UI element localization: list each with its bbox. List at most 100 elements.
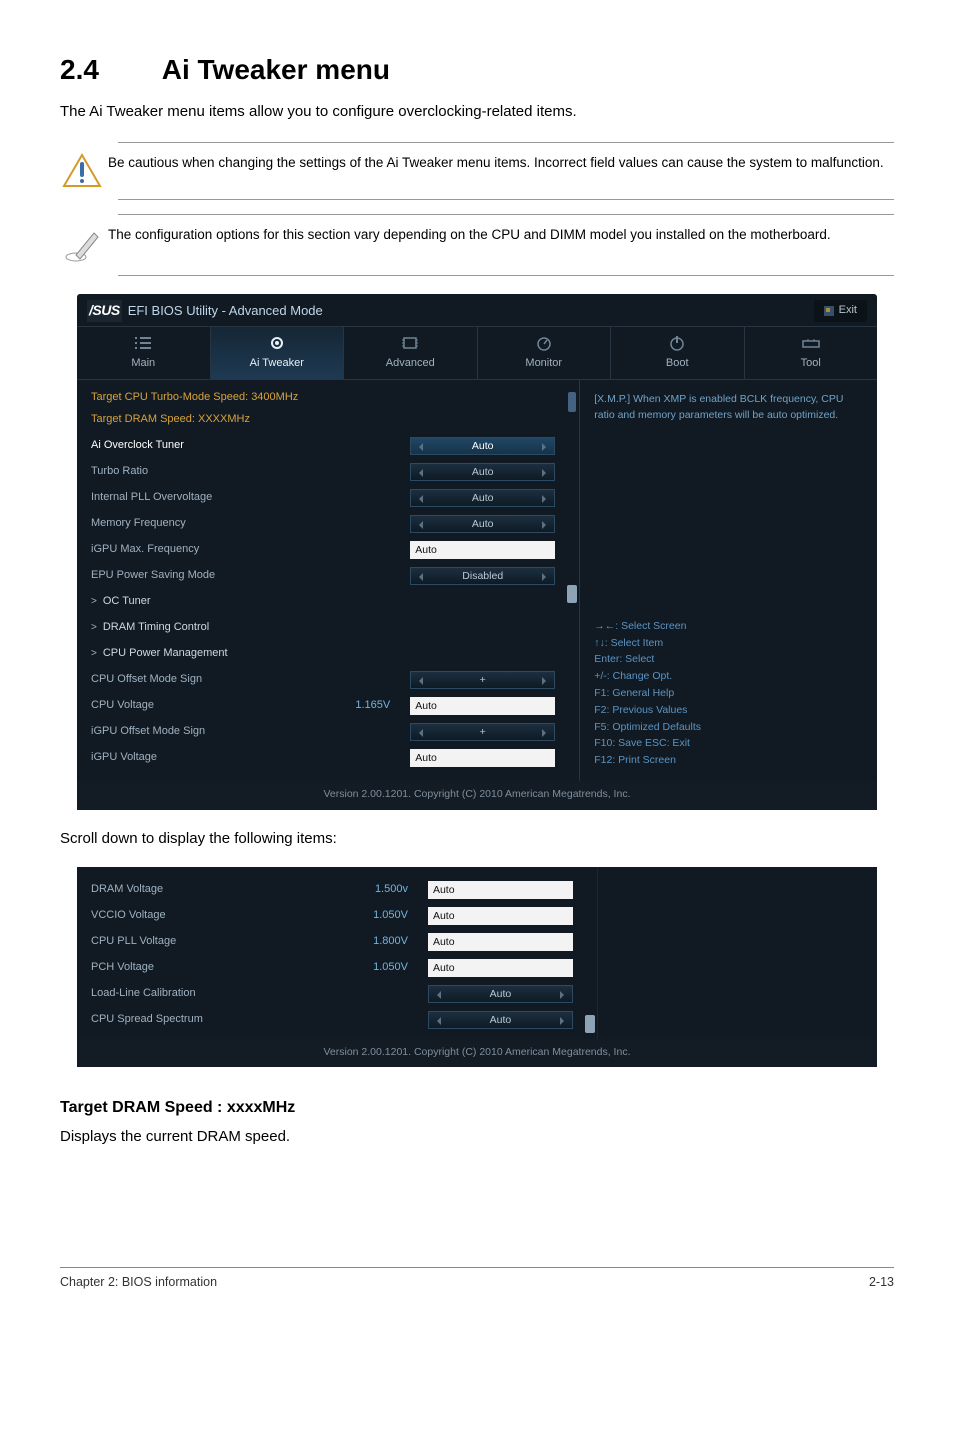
gear-icon [211,333,344,353]
tab-advanced-label: Advanced [344,356,477,371]
igpu-voltage-value[interactable]: Auto [410,749,555,767]
row-dram-voltage[interactable]: DRAM Voltage 1.500v Auto [91,877,573,903]
row-vccio-voltage[interactable]: VCCIO Voltage 1.050V Auto [91,903,573,929]
epu-power-label: EPU Power Saving Mode [91,568,410,583]
row-dram-timing[interactable]: > DRAM Timing Control [91,615,555,641]
dram-voltage-label: DRAM Voltage [91,882,348,897]
cpu-pll-voltage-value[interactable]: Auto [428,933,573,951]
dram-timing-label: DRAM Timing Control [103,620,555,635]
igpu-offset-sign-value[interactable]: + [410,723,555,741]
info-text: The configuration options for this secti… [108,225,831,245]
row-memory-freq[interactable]: Memory Frequency Auto [91,511,555,537]
footer-left: Chapter 2: BIOS information [60,1274,217,1292]
cpu-pll-voltage-static: 1.800V [348,934,428,949]
nav-hints: →←: Select Screen ↑↓: Select Item Enter:… [594,618,863,769]
row-turbo-ratio[interactable]: Turbo Ratio Auto [91,459,555,485]
warning-text: Be cautious when changing the settings o… [108,153,884,173]
scroll-thumb-top[interactable] [568,392,576,412]
row-igpu-offset-sign[interactable]: iGPU Offset Mode Sign + [91,719,555,745]
vccio-voltage-static: 1.050V [348,908,428,923]
cpu-offset-sign-value[interactable]: + [410,671,555,689]
vccio-voltage-label: VCCIO Voltage [91,908,348,923]
section-body: Displays the current DRAM speed. [60,1126,894,1147]
bios2-right-blank [597,867,877,1039]
cpu-voltage-label: CPU Voltage [91,698,330,713]
bios-footer: Version 2.00.1201. Copyright (C) 2010 Am… [77,781,877,810]
internal-pll-label: Internal PLL Overvoltage [91,490,410,505]
tab-advanced[interactable]: Advanced [344,327,478,379]
cpu-voltage-value[interactable]: Auto [410,697,555,715]
pch-voltage-label: PCH Voltage [91,960,348,975]
igpu-max-label: iGPU Max. Frequency [91,542,410,557]
exit-icon [824,306,834,316]
memory-freq-value[interactable]: Auto [410,515,555,533]
dram-voltage-value[interactable]: Auto [428,881,573,899]
turbo-ratio-value[interactable]: Auto [410,463,555,481]
tab-monitor[interactable]: Monitor [478,327,612,379]
bios-titlebar: /SUS EFI BIOS Utility - Advanced Mode Ex… [77,294,877,326]
vccio-voltage-value[interactable]: Auto [428,907,573,925]
internal-pll-value[interactable]: Auto [410,489,555,507]
row-cpu-power[interactable]: > CPU Power Management [91,641,555,667]
row-igpu-voltage[interactable]: iGPU Voltage Auto [91,745,555,771]
pch-voltage-value[interactable]: Auto [428,959,573,977]
chevron-right-icon: > [91,595,97,609]
row-ai-overclock[interactable]: Ai Overclock Tuner Auto [91,433,555,459]
target-cpu-info: Target CPU Turbo-Mode Speed: 3400MHz [91,390,555,405]
bios-help-panel: [X.M.P.] When XMP is enabled BCLK freque… [579,380,877,781]
pch-voltage-static: 1.050V [348,960,428,975]
tab-ai-tweaker[interactable]: Ai Tweaker [211,327,345,379]
tab-main-label: Main [77,356,210,371]
row-cpu-voltage[interactable]: CPU Voltage 1.165V Auto [91,693,555,719]
igpu-max-value[interactable]: Auto [410,541,555,559]
bios2-footer: Version 2.00.1201. Copyright (C) 2010 Am… [77,1039,877,1068]
row-cpu-spread[interactable]: CPU Spread Spectrum Auto [91,1007,573,1033]
scroll-handle[interactable] [567,585,577,603]
epu-power-value[interactable]: Disabled [410,567,555,585]
tab-main[interactable]: Main [77,327,211,379]
load-line-value[interactable]: Auto [428,985,573,1003]
oc-tuner-label: OC Tuner [103,594,555,609]
memory-freq-label: Memory Frequency [91,516,410,531]
row-pch-voltage[interactable]: PCH Voltage 1.050V Auto [91,955,573,981]
help-text: [X.M.P.] When XMP is enabled BCLK freque… [594,392,863,542]
cpu-offset-sign-label: CPU Offset Mode Sign [91,672,410,687]
page-heading: 2.4 Ai Tweaker menu [60,50,894,89]
warning-note: Be cautious when changing the settings o… [118,142,894,200]
ai-overclock-label: Ai Overclock Tuner [91,438,410,453]
exit-button[interactable]: Exit [814,300,867,321]
nav-l2: ↑↓: Select Item [594,635,863,652]
scroll-handle-2[interactable] [585,1015,595,1033]
cpu-power-label: CPU Power Management [103,646,555,661]
scrollbar[interactable] [565,380,579,781]
load-line-label: Load-Line Calibration [91,986,348,1001]
heading-title: Ai Tweaker menu [162,54,390,85]
scrollbar-2[interactable] [583,867,597,1039]
warning-icon [62,153,108,189]
row-cpu-pll-voltage[interactable]: CPU PLL Voltage 1.800V Auto [91,929,573,955]
cpu-pll-voltage-label: CPU PLL Voltage [91,934,348,949]
power-icon [611,333,744,353]
tab-boot[interactable]: Boot [611,327,745,379]
nav-l8: F10: Save ESC: Exit [594,735,863,752]
ai-overclock-value[interactable]: Auto [410,437,555,455]
nav-l3: Enter: Select [594,651,863,668]
chevron-right-icon: > [91,647,97,661]
bios-title: EFI BIOS Utility - Advanced Mode [128,302,323,320]
tab-tool-label: Tool [745,356,878,371]
footer-right: 2-13 [869,1274,894,1292]
row-oc-tuner[interactable]: > OC Tuner [91,589,555,615]
tab-boot-label: Boot [611,356,744,371]
cpu-spread-value[interactable]: Auto [428,1011,573,1029]
cpu-voltage-static: 1.165V [330,698,410,713]
tab-tool[interactable]: Tool [745,327,878,379]
page-footer: Chapter 2: BIOS information 2-13 [60,1267,894,1292]
row-cpu-offset-sign[interactable]: CPU Offset Mode Sign + [91,667,555,693]
chip-icon [344,333,477,353]
list-icon [77,333,210,353]
row-epu-power[interactable]: EPU Power Saving Mode Disabled [91,563,555,589]
nav-l9: F12: Print Screen [594,752,863,769]
row-load-line[interactable]: Load-Line Calibration Auto [91,981,573,1007]
row-igpu-max[interactable]: iGPU Max. Frequency Auto [91,537,555,563]
row-internal-pll[interactable]: Internal PLL Overvoltage Auto [91,485,555,511]
